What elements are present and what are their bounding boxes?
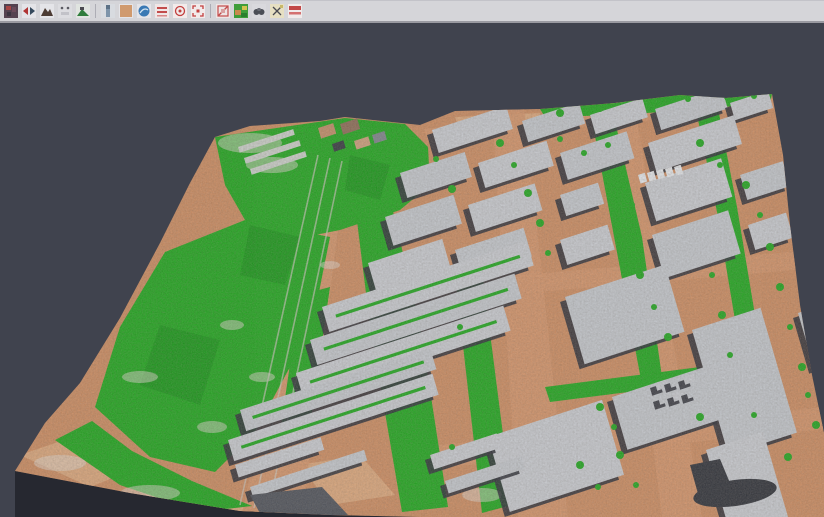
viewport-3d[interactable] bbox=[0, 25, 824, 517]
profile-tool-icon bbox=[101, 4, 115, 18]
measure-rows-button[interactable] bbox=[287, 3, 303, 19]
split-move-button[interactable] bbox=[21, 3, 37, 19]
bare-ground-patch bbox=[78, 319, 106, 331]
toolbar-separator bbox=[95, 4, 96, 18]
globe-view-icon bbox=[137, 4, 151, 18]
point-select-button[interactable] bbox=[57, 3, 73, 19]
delete-marks-button[interactable] bbox=[269, 3, 285, 19]
classify-palette-button[interactable] bbox=[3, 3, 19, 19]
globe-view-button[interactable] bbox=[136, 3, 152, 19]
classification-colors-button[interactable] bbox=[233, 3, 249, 19]
stereo-camera-button[interactable] bbox=[251, 3, 267, 19]
surface-view-icon bbox=[76, 4, 90, 18]
selection-box-button[interactable] bbox=[190, 3, 206, 19]
center-target-button[interactable] bbox=[172, 3, 188, 19]
terrain-dem-button[interactable] bbox=[39, 3, 55, 19]
layer-list-button[interactable] bbox=[154, 3, 170, 19]
toolbar-separator bbox=[210, 4, 211, 18]
surface-view-button[interactable] bbox=[75, 3, 91, 19]
measure-rows-icon bbox=[288, 4, 302, 18]
classify-palette-icon bbox=[4, 4, 18, 18]
layer-list-icon bbox=[155, 4, 169, 18]
terrain-features bbox=[0, 25, 824, 517]
app-window bbox=[0, 0, 824, 517]
ortho-view-icon bbox=[119, 4, 133, 18]
point-select-icon bbox=[58, 4, 72, 18]
main-toolbar bbox=[0, 0, 824, 23]
classification-colors-icon bbox=[234, 4, 248, 18]
pointcloud-noise-light bbox=[0, 25, 824, 517]
delete-marks-icon bbox=[270, 4, 284, 18]
stereo-camera-icon bbox=[252, 4, 266, 18]
clip-region-button[interactable] bbox=[215, 3, 231, 19]
clip-region-icon bbox=[216, 4, 230, 18]
center-target-icon bbox=[173, 4, 187, 18]
selection-box-icon bbox=[191, 4, 205, 18]
point-cloud-scene bbox=[0, 25, 824, 517]
profile-tool-button[interactable] bbox=[100, 3, 116, 19]
split-move-icon bbox=[22, 4, 36, 18]
ortho-view-button[interactable] bbox=[118, 3, 134, 19]
terrain-dem-icon bbox=[40, 4, 54, 18]
